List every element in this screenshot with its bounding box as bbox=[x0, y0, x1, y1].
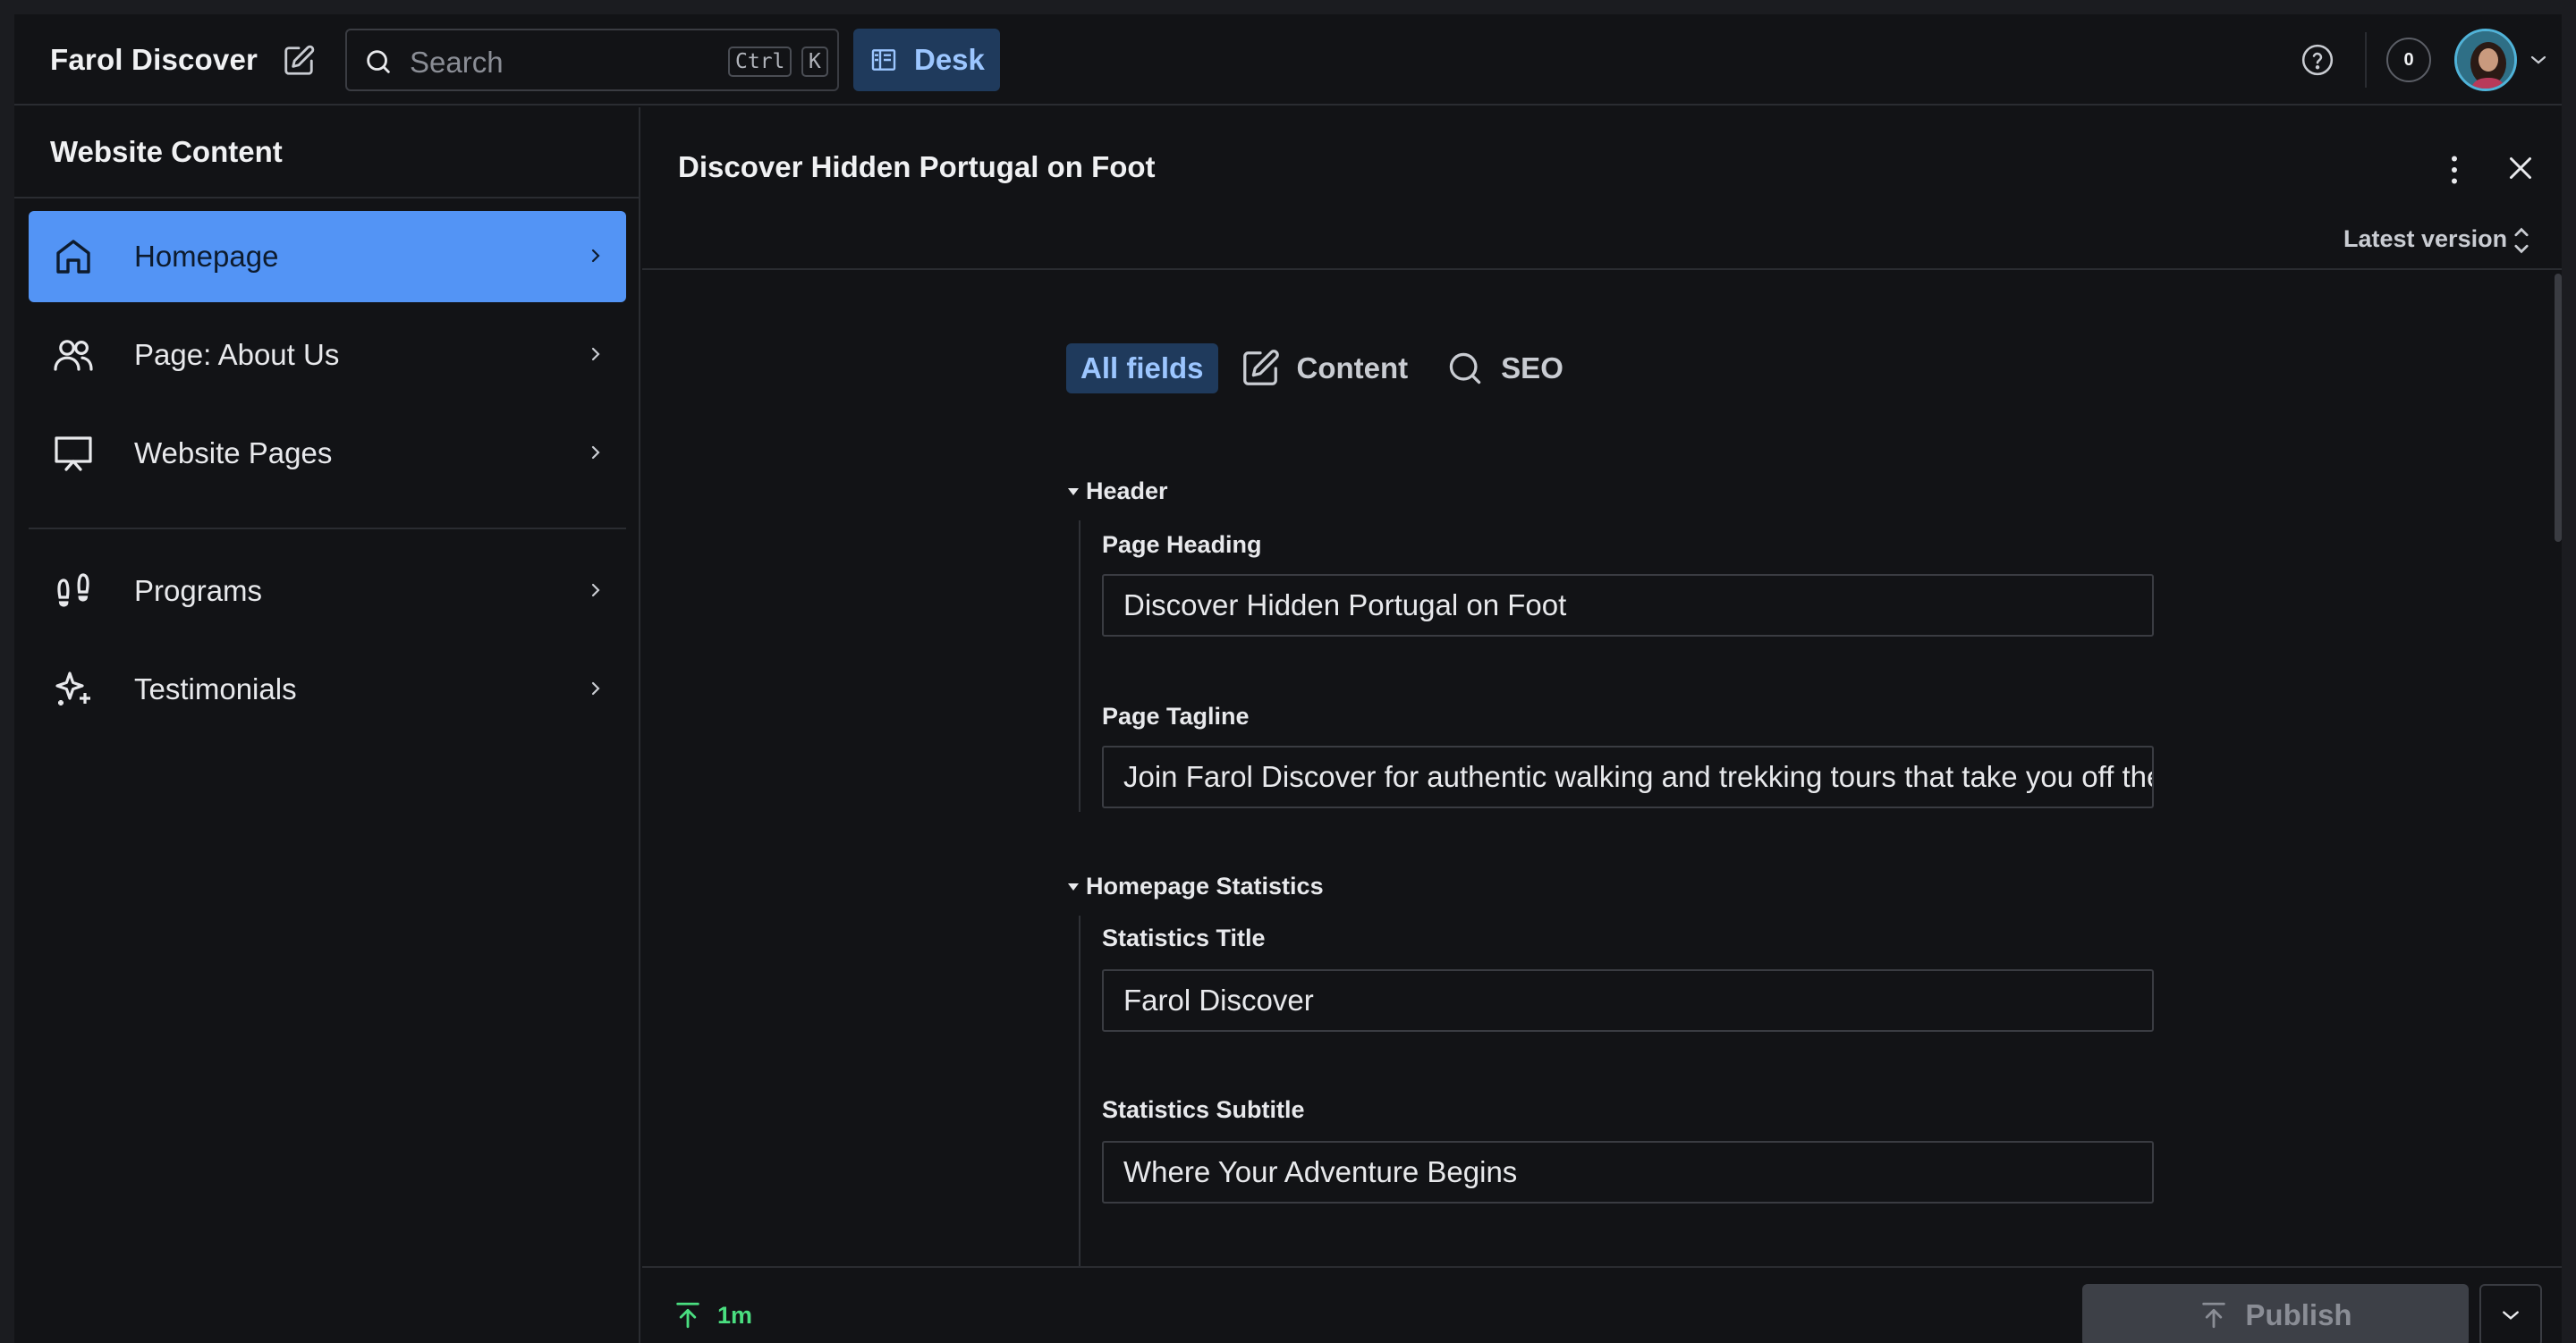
scrollbar[interactable] bbox=[2555, 274, 2562, 542]
help-icon[interactable] bbox=[2301, 43, 2334, 77]
app-window: Farol Discover Search Ctrl K Desk 0 Webs… bbox=[14, 14, 2562, 1343]
sidebar-item-label: Homepage bbox=[134, 240, 279, 273]
sidebar-title: Website Content bbox=[14, 107, 639, 198]
publish-icon bbox=[2202, 1302, 2226, 1329]
section-rail bbox=[1079, 916, 1080, 1266]
statistics-subtitle-input[interactable]: Where Your Adventure Begins bbox=[1102, 1141, 2154, 1204]
statistics-title-input[interactable]: Farol Discover bbox=[1102, 969, 2154, 1032]
page-heading-label: Page Heading bbox=[1102, 531, 1262, 558]
avatar[interactable] bbox=[2454, 29, 2517, 91]
sidebar-item-label: Programs bbox=[134, 574, 263, 607]
sidebar-item-homepage[interactable]: Homepage bbox=[29, 211, 626, 302]
chevron-down-icon bbox=[2503, 1311, 2519, 1320]
sidebar-divider bbox=[29, 528, 626, 529]
tab-label: Content bbox=[1296, 351, 1409, 384]
compose-button[interactable] bbox=[279, 41, 318, 80]
tab-all-fields[interactable]: All fields bbox=[1066, 343, 1218, 393]
chevron-right-icon bbox=[591, 347, 600, 361]
footprints-icon bbox=[57, 573, 89, 607]
sidebar: Website Content Homepage Page: About Us … bbox=[14, 107, 640, 1343]
sidebar-item-about-us[interactable]: Page: About Us bbox=[29, 309, 626, 401]
statistics-title-label: Statistics Title bbox=[1102, 925, 1266, 951]
compose-icon bbox=[284, 45, 315, 75]
publish-label: Publish bbox=[2245, 1298, 2352, 1331]
chevron-right-icon bbox=[591, 445, 600, 460]
section-statistics-toggle[interactable]: Homepage Statistics bbox=[1066, 873, 1324, 900]
chevron-right-icon bbox=[591, 681, 600, 696]
chevron-down-icon[interactable] bbox=[2529, 54, 2547, 66]
caret-down-icon bbox=[1068, 487, 1079, 495]
notification-badge[interactable]: 0 bbox=[2386, 38, 2431, 82]
shortcut-k-key: K bbox=[801, 46, 828, 77]
page-heading-input[interactable]: Discover Hidden Portugal on Foot bbox=[1102, 574, 2154, 637]
sidebar-item-programs[interactable]: Programs bbox=[29, 545, 626, 637]
section-rail bbox=[1079, 520, 1080, 812]
desk-label: Desk bbox=[914, 43, 985, 76]
presentation-icon bbox=[55, 436, 92, 471]
chevron-up-down-icon[interactable] bbox=[2512, 225, 2531, 256]
publish-button[interactable]: Publish bbox=[2082, 1284, 2469, 1343]
edit-icon bbox=[1242, 350, 1279, 385]
section-title: Header bbox=[1086, 477, 1168, 504]
close-icon[interactable] bbox=[2504, 152, 2537, 184]
page-tagline-label: Page Tagline bbox=[1102, 703, 1250, 730]
desk-icon bbox=[871, 49, 896, 71]
brand-title: Farol Discover bbox=[50, 43, 258, 76]
sidebar-item-label: Testimonials bbox=[134, 672, 297, 705]
version-selector[interactable]: Latest version bbox=[2343, 225, 2507, 253]
more-options-icon[interactable] bbox=[2438, 152, 2470, 188]
topbar-divider bbox=[2365, 32, 2367, 88]
users-icon bbox=[54, 340, 93, 371]
search-icon bbox=[367, 50, 390, 73]
sync-time: 1m bbox=[717, 1302, 753, 1329]
desk-button[interactable]: Desk bbox=[853, 29, 1000, 91]
search-input[interactable]: Search Ctrl K bbox=[345, 29, 839, 91]
sparkles-icon bbox=[55, 672, 90, 705]
chevron-right-icon bbox=[591, 249, 600, 263]
search-icon bbox=[1449, 352, 1481, 384]
chevron-right-icon bbox=[591, 583, 600, 597]
document-pane: Discover Hidden Portugal on Foot Latest … bbox=[642, 107, 2562, 1343]
field-tabs: All fields Content SEO bbox=[1066, 343, 1563, 393]
section-header-toggle[interactable]: Header bbox=[1066, 477, 1168, 505]
shortcut-ctrl-key: Ctrl bbox=[728, 46, 792, 77]
home-icon bbox=[56, 240, 90, 274]
top-bar: Farol Discover Search Ctrl K Desk 0 bbox=[14, 14, 2562, 106]
tab-content[interactable]: Content bbox=[1240, 343, 1409, 393]
statistics-subtitle-label: Statistics Subtitle bbox=[1102, 1096, 1305, 1123]
section-title: Homepage Statistics bbox=[1086, 873, 1324, 900]
tab-label: SEO bbox=[1501, 351, 1563, 384]
tab-seo[interactable]: SEO bbox=[1445, 343, 1563, 393]
sidebar-item-website-pages[interactable]: Website Pages bbox=[29, 408, 626, 499]
tab-label: All fields bbox=[1080, 351, 1204, 384]
avatar-image bbox=[2457, 31, 2514, 89]
publish-options-button[interactable] bbox=[2479, 1284, 2542, 1343]
document-title: Discover Hidden Portugal on Foot bbox=[678, 150, 1156, 183]
document-footer: 1m Publish bbox=[642, 1266, 2562, 1343]
sidebar-item-label: Website Pages bbox=[134, 436, 333, 469]
search-placeholder: Search bbox=[410, 46, 504, 79]
page-tagline-input[interactable]: Join Farol Discover for authentic walkin… bbox=[1102, 746, 2154, 808]
caret-down-icon bbox=[1068, 883, 1079, 891]
sidebar-item-testimonials[interactable]: Testimonials bbox=[29, 644, 626, 735]
sidebar-item-label: Page: About Us bbox=[134, 338, 340, 371]
publish-status-icon bbox=[676, 1302, 699, 1329]
document-header: Discover Hidden Portugal on Foot Latest … bbox=[642, 107, 2562, 270]
